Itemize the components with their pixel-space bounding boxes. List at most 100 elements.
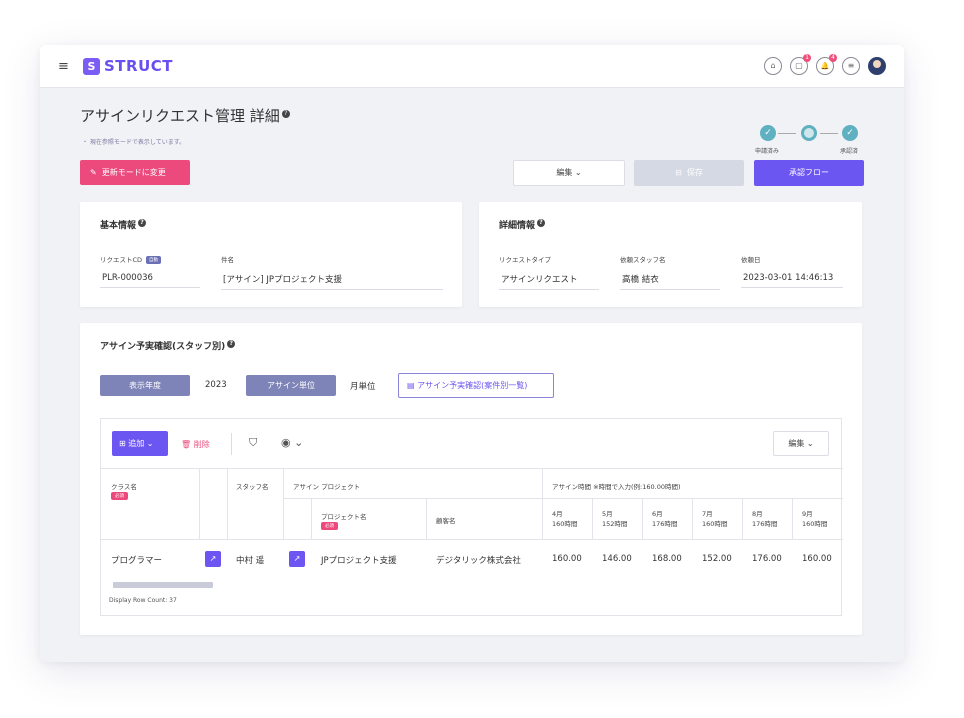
grid-edit-button[interactable]: 編集 ⌄: [773, 431, 829, 456]
edit-dropdown-button[interactable]: 編集 ⌄: [513, 160, 625, 186]
project-list-button[interactable]: ▤ アサイン予実確認(案件別一覧): [398, 373, 554, 398]
horizontal-scrollbar[interactable]: [107, 580, 841, 588]
request-date-label: 依頼日: [741, 256, 761, 264]
subject-field: [アサイン] JPプロジェクト支援: [221, 273, 443, 290]
request-type-field: アサインリクエスト: [499, 273, 599, 290]
request-staff-field: 高橋 結衣: [620, 273, 720, 290]
grid-line: [101, 539, 843, 540]
mode-note: ・ 現在参照モードで表示しています。: [82, 139, 186, 146]
header-month: 8月 176時間: [752, 510, 778, 528]
menu-icon[interactable]: ≡: [58, 59, 69, 74]
page-title: アサインリクエスト管理 詳細?: [80, 105, 290, 126]
step-label: 承認済: [840, 148, 859, 155]
header-month: 6月 176時間: [652, 510, 678, 528]
cell-project[interactable]: JPプロジェクト支援: [321, 554, 397, 566]
approval-steps: ✓ ✓ 申請済み 承認済: [754, 125, 864, 155]
filter-icon[interactable]: ⛉: [249, 436, 257, 450]
help-icon[interactable]: ?: [281, 110, 290, 118]
calendar-icon: ▤: [407, 381, 415, 390]
logo[interactable]: S STRUCT: [83, 57, 173, 75]
grid-line: [101, 468, 843, 469]
row-count: Display Row Count: 37: [109, 597, 177, 604]
save-icon: ⊟: [675, 168, 682, 177]
required-tag: 必須: [111, 492, 128, 500]
display-year-label: 表示年度: [100, 375, 190, 396]
home-icon[interactable]: ⌂: [764, 57, 782, 75]
eye-icon[interactable]: ◉ ⌄: [281, 436, 303, 449]
step-connector: [820, 133, 838, 134]
cell-hours[interactable]: 160.00: [552, 554, 582, 564]
chat-icon[interactable]: ▢ 1: [790, 54, 811, 75]
plus-icon: ⊞: [119, 439, 126, 448]
top-bar: ≡ S STRUCT ⌂ ▢ 1 🔔 4 ≡: [40, 45, 904, 88]
cell-hours[interactable]: 160.00: [802, 554, 832, 564]
assign-title: アサイン予実確認(スタッフ別)?: [100, 339, 236, 352]
header-project-group: アサイン プロジェクト: [293, 483, 361, 491]
logo-mark: S: [83, 57, 100, 75]
header-customer: 顧客名: [436, 517, 456, 525]
header-month: 5月 152時間: [602, 510, 628, 528]
grid-line: [542, 468, 543, 539]
grid-line: [227, 468, 228, 539]
grid-line: [592, 498, 593, 539]
help-icon[interactable]: ?: [227, 340, 236, 348]
add-button[interactable]: ⊞ 追加 ⌄: [112, 431, 168, 456]
auto-tag: 自動: [146, 256, 162, 264]
logo-text: STRUCT: [104, 57, 174, 75]
grid-line: [792, 498, 793, 539]
chat-badge: 1: [803, 54, 811, 62]
header-month: 4月 160時間: [552, 510, 578, 528]
delete-button[interactable]: 🗑 削除: [181, 439, 210, 450]
cell-hours[interactable]: 176.00: [752, 554, 782, 564]
cell-hours[interactable]: 152.00: [702, 554, 732, 564]
grid-line: [642, 498, 643, 539]
app-window: ≡ S STRUCT ⌂ ▢ 1 🔔 4 ≡ アサインリクエスト管理 詳細? ・ 現…: [40, 45, 904, 662]
request-cd-label: リクエストCD 自動: [100, 254, 162, 264]
header-class: クラス名 必須: [111, 483, 137, 500]
step-done-icon: ✓: [842, 125, 858, 141]
step-label: 申請済み: [755, 148, 780, 155]
update-mode-button[interactable]: ✎ 更新モードに変更: [80, 160, 190, 185]
grid-line: [199, 468, 200, 539]
header-icons: ⌂ ▢ 1 🔔 4 ≡: [764, 54, 886, 75]
cell-class[interactable]: プログラマー: [111, 554, 162, 566]
approval-flow-button[interactable]: 承認フロー: [754, 160, 864, 186]
help-icon[interactable]: ?: [138, 219, 147, 227]
cell-staff[interactable]: 中村 遥: [236, 554, 264, 566]
external-link-icon[interactable]: ↗: [205, 551, 221, 567]
request-cd-field: PLR-000036: [100, 273, 200, 288]
grid-line: [283, 498, 843, 499]
cell-hours[interactable]: 168.00: [652, 554, 682, 564]
basic-info-card: 基本情報? リクエストCD 自動 PLR-000036 件名 [アサイン] JPプ…: [80, 202, 462, 307]
grid-line: [742, 498, 743, 539]
grid-line: [283, 468, 284, 539]
avatar[interactable]: [868, 57, 886, 75]
external-link-icon[interactable]: ↗: [289, 551, 305, 567]
request-date-field: 2023-03-01 14:46:13: [741, 273, 843, 288]
save-button[interactable]: ⊟ 保存: [634, 160, 744, 186]
scrollbar-thumb[interactable]: [113, 582, 213, 588]
pencil-icon: ✎: [90, 168, 97, 177]
bell-icon[interactable]: 🔔 4: [816, 54, 837, 75]
subject-label: 件名: [221, 256, 234, 264]
assign-unit-label: アサイン単位: [246, 375, 336, 396]
assign-unit-value: 月単位: [350, 382, 376, 392]
grid-line: [692, 498, 693, 539]
display-year-value: 2023: [205, 380, 227, 390]
grid-line: [311, 498, 312, 539]
help-icon[interactable]: ?: [537, 219, 546, 227]
detail-info-card: 詳細情報? リクエストタイプ アサインリクエスト 依頼スタッフ名 高橋 結衣 依…: [479, 202, 862, 307]
assign-card: アサイン予実確認(スタッフ別)? 表示年度 2023 アサイン単位 月単位 ▤ …: [80, 323, 862, 635]
cell-hours[interactable]: 146.00: [602, 554, 632, 564]
header-month: 7月 160時間: [702, 510, 728, 528]
required-tag: 必須: [321, 522, 338, 530]
bell-badge: 4: [829, 54, 837, 62]
grid-line: [426, 498, 427, 539]
cell-customer[interactable]: デジタリック株式会社: [436, 554, 521, 566]
note-icon[interactable]: ≡: [842, 57, 860, 75]
basic-info-title: 基本情報?: [100, 218, 147, 231]
toolbar-divider: [231, 433, 232, 455]
assign-grid: ⊞ 追加 ⌄ 🗑 削除 ⛉ ◉ ⌄ 編集 ⌄ クラス名 必須 スタッフ名 アサイ…: [100, 418, 843, 616]
request-type-label: リクエストタイプ: [499, 256, 551, 264]
header-hours-group: アサイン時間 ※時間で入力(例:160.00時間): [552, 483, 681, 491]
